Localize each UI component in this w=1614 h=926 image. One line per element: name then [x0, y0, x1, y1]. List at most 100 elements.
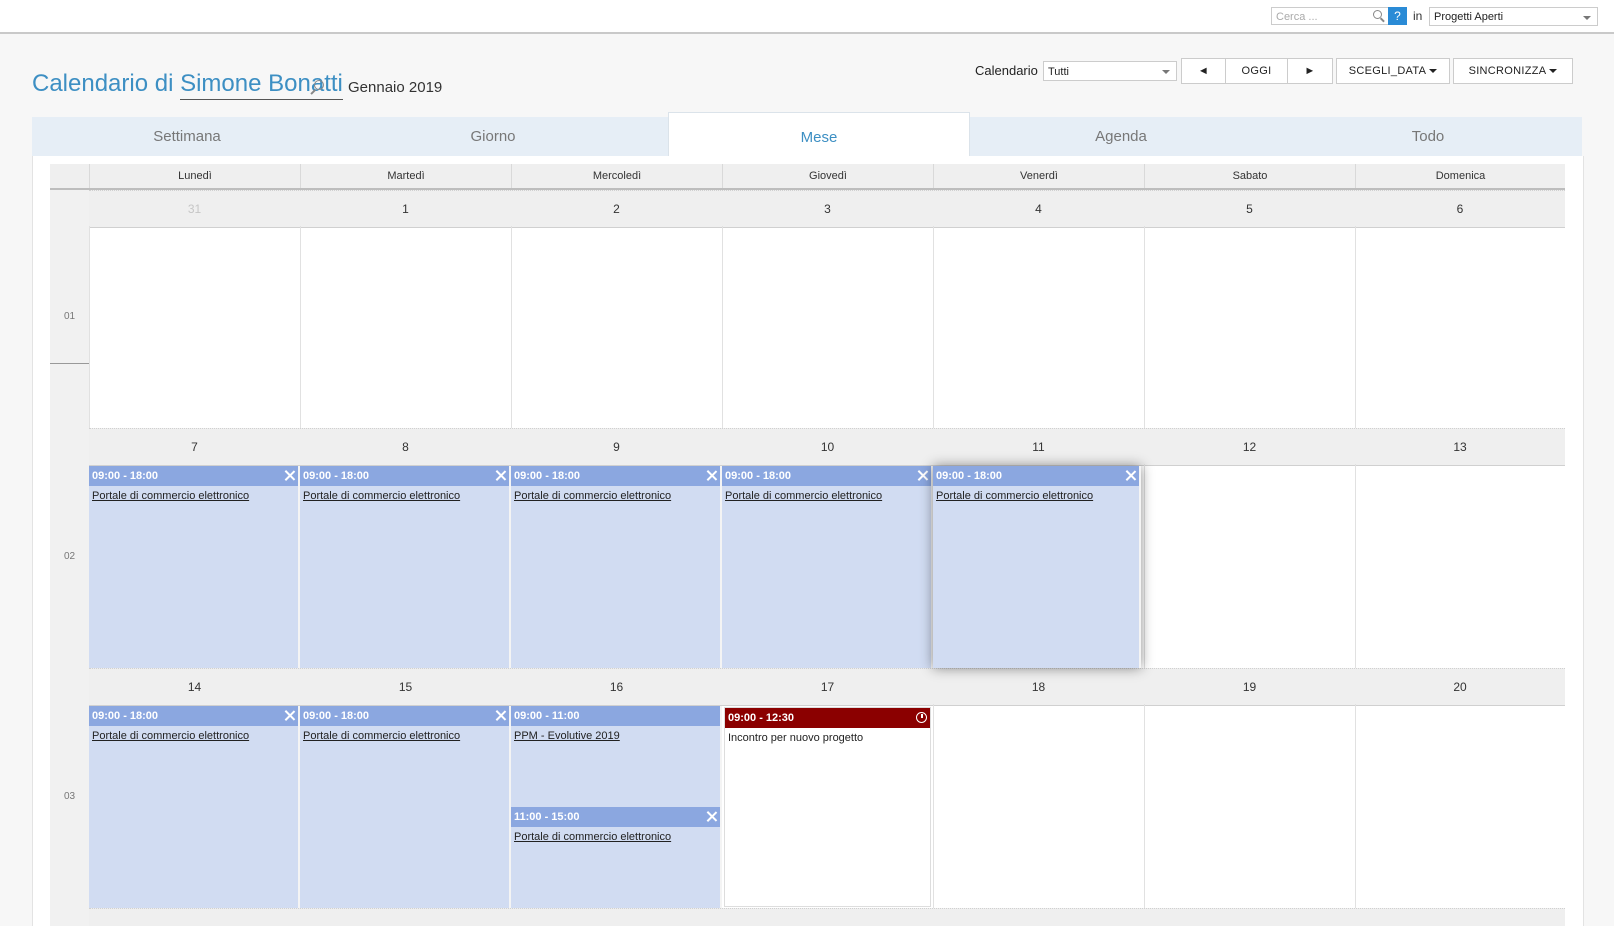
event-title-link[interactable]: Portale di commercio elettronico — [92, 490, 249, 502]
tools-icon — [706, 470, 717, 481]
calendar-event[interactable]: 09:00 - 11:00 PPM - Evolutive 2019 — [511, 706, 722, 807]
day-number[interactable]: 8 — [300, 429, 511, 465]
day-cell[interactable] — [1144, 464, 1355, 668]
day-number[interactable]: 13 — [1355, 429, 1565, 465]
day-number[interactable]: 25 — [933, 913, 1144, 926]
calendar-event[interactable]: 09:00 - 18:00 Portale di commercio elett… — [511, 466, 722, 668]
event-title[interactable]: Incontro per nuovo progetto — [728, 732, 863, 744]
event-title-link[interactable]: Portale di commercio elettronico — [936, 490, 1093, 502]
day-number[interactable]: 7 — [89, 429, 300, 465]
day-cell[interactable] — [722, 226, 933, 428]
event-title-link[interactable]: PPM - Evolutive 2019 — [514, 730, 620, 742]
day-number[interactable]: 2 — [511, 191, 722, 227]
calendar-select[interactable]: Tutti — [1043, 61, 1177, 81]
weekday-label: Giovedì — [722, 164, 933, 188]
alarm-clock-icon — [916, 712, 927, 723]
calendar-event[interactable]: 09:00 - 18:00 Portale di commercio elett… — [300, 466, 511, 668]
weekday-label: Sabato — [1144, 164, 1355, 188]
day-number[interactable]: 22 — [300, 913, 511, 926]
project-filter-select[interactable]: Progetti Aperti — [1429, 7, 1598, 26]
event-title-link[interactable]: Portale di commercio elettronico — [514, 831, 671, 843]
weekday-header: Lunedì Martedì Mercoledì Giovedì Venerdì… — [50, 164, 1565, 190]
day-cell[interactable] — [1144, 704, 1355, 908]
day-number[interactable]: 11 — [933, 429, 1144, 465]
tab-agenda[interactable]: Agenda — [968, 117, 1274, 156]
prev-button[interactable]: ◄ — [1181, 58, 1226, 84]
day-cell[interactable] — [300, 226, 511, 428]
week-row: 7 8 9 10 11 12 13 09:00 - 18:00 Portale … — [89, 428, 1565, 668]
event-title-link[interactable]: Portale di commercio elettronico — [92, 730, 249, 742]
event-time-text: 09:00 - 18:00 — [303, 710, 370, 722]
day-cell[interactable] — [1355, 704, 1565, 908]
week-number: 02 — [63, 551, 76, 562]
day-cell[interactable] — [1144, 226, 1355, 428]
search-icon[interactable] — [314, 80, 324, 90]
calendar-label: Calendario — [975, 63, 1038, 78]
week-divider — [50, 363, 89, 364]
search-input[interactable]: Cerca ... — [1271, 7, 1389, 25]
day-cell[interactable] — [1355, 226, 1565, 428]
day-number[interactable]: 1 — [300, 191, 511, 227]
tab-week[interactable]: Settimana — [32, 117, 342, 156]
day-number[interactable]: 15 — [300, 669, 511, 705]
day-number[interactable]: 17 — [722, 669, 933, 705]
day-number[interactable]: 24 — [722, 913, 933, 926]
day-number[interactable]: 26 — [1144, 913, 1355, 926]
event-time: 09:00 - 12:30 — [725, 708, 930, 728]
calendar-event[interactable]: 11:00 - 15:00 Portale di commercio elett… — [511, 807, 722, 908]
day-number[interactable]: 4 — [933, 191, 1144, 227]
tab-month[interactable]: Mese — [668, 112, 970, 158]
event-time: 09:00 - 18:00 — [300, 466, 509, 486]
day-number[interactable]: 16 — [511, 669, 722, 705]
calendar-event[interactable]: 09:00 - 18:00 Portale di commercio elett… — [722, 466, 933, 668]
tools-icon — [284, 470, 295, 481]
today-button[interactable]: OGGI — [1225, 58, 1288, 84]
event-time-text: 09:00 - 18:00 — [725, 470, 792, 482]
search-icon[interactable] — [1373, 10, 1382, 19]
help-button[interactable]: ? — [1388, 7, 1407, 25]
meeting-event[interactable]: 09:00 - 12:30 Incontro per nuovo progett… — [724, 707, 931, 907]
day-number[interactable]: 9 — [511, 429, 722, 465]
calendar-event[interactable]: 09:00 - 18:00 Portale di commercio elett… — [89, 706, 300, 908]
calendar-event[interactable]: 09:00 - 18:00 Portale di commercio elett… — [300, 706, 511, 908]
weekday-label: Mercoledì — [511, 164, 722, 188]
weekday-label: Lunedì — [89, 164, 300, 188]
event-title-link[interactable]: Portale di commercio elettronico — [725, 490, 882, 502]
calendar-event-selected[interactable]: 09:00 - 18:00 Portale di commercio elett… — [933, 466, 1141, 668]
day-cell[interactable] — [933, 704, 1144, 908]
day-number[interactable]: 5 — [1144, 191, 1355, 227]
day-number[interactable]: 21 — [89, 913, 300, 926]
day-cell[interactable] — [511, 226, 722, 428]
chevron-down-icon — [1162, 70, 1170, 74]
day-number[interactable]: 31 — [89, 191, 300, 227]
next-button[interactable]: ► — [1287, 58, 1333, 84]
tab-day[interactable]: Giorno — [342, 117, 644, 156]
event-title-link[interactable]: Portale di commercio elettronico — [303, 730, 460, 742]
calendar-event[interactable]: 09:00 - 18:00 Portale di commercio elett… — [89, 466, 300, 668]
day-cell[interactable] — [933, 226, 1144, 428]
sync-button[interactable]: SINCRONIZZA — [1453, 58, 1573, 84]
day-number[interactable]: 3 — [722, 191, 933, 227]
tools-icon — [284, 710, 295, 721]
day-number[interactable]: 6 — [1355, 191, 1565, 227]
day-number[interactable]: 10 — [722, 429, 933, 465]
day-number[interactable]: 18 — [933, 669, 1144, 705]
day-number[interactable]: 27 — [1355, 913, 1565, 926]
day-number[interactable]: 12 — [1144, 429, 1355, 465]
day-number[interactable]: 14 — [89, 669, 300, 705]
day-cell[interactable] — [89, 226, 300, 428]
day-number[interactable]: 23 — [511, 913, 722, 926]
event-title-link[interactable]: Portale di commercio elettronico — [514, 490, 671, 502]
day-number[interactable]: 20 — [1355, 669, 1565, 705]
event-time: 09:00 - 18:00 — [89, 706, 298, 726]
tab-todo[interactable]: Todo — [1274, 117, 1582, 156]
top-bar: Cerca ... ? in Progetti Aperti — [0, 0, 1614, 34]
event-title-link[interactable]: Portale di commercio elettronico — [303, 490, 460, 502]
week-row: 14 15 16 17 18 19 20 09:00 - 18:00 Porta… — [89, 668, 1565, 908]
day-cell[interactable] — [1355, 464, 1565, 668]
choose-date-button[interactable]: SCEGLI_DATA — [1336, 58, 1450, 84]
choose-date-label: SCEGLI_DATA — [1348, 65, 1427, 77]
caret-down-icon — [1549, 69, 1558, 74]
day-number[interactable]: 19 — [1144, 669, 1355, 705]
event-time: 09:00 - 11:00 — [511, 706, 720, 726]
